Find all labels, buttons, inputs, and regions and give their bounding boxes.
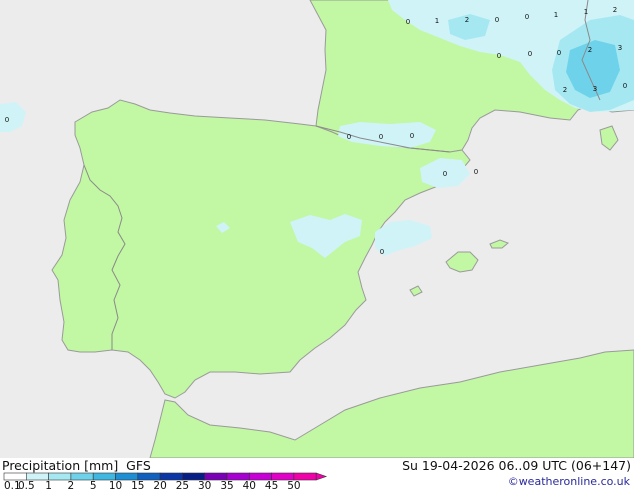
- value-label: 2: [588, 46, 592, 54]
- value-label: 0: [528, 50, 532, 58]
- value-label: 0: [443, 170, 447, 178]
- value-label: 0: [410, 132, 414, 140]
- legend-tick-label: 30: [198, 480, 211, 490]
- value-label: 0: [5, 116, 9, 124]
- value-label: 0: [474, 168, 478, 176]
- legend-tick-label: 40: [243, 480, 256, 490]
- value-label: 3: [593, 85, 597, 93]
- legend-swatch: [48, 472, 72, 481]
- legend-arrow: [315, 472, 328, 481]
- legend-swatch: [293, 472, 317, 481]
- legend-swatch: [159, 472, 183, 481]
- value-label: 3: [618, 44, 622, 52]
- value-label: 1: [584, 8, 588, 16]
- value-label: 0: [525, 13, 529, 21]
- value-label: 0: [380, 248, 384, 256]
- credit-link[interactable]: ©weatheronline.co.uk: [508, 475, 630, 489]
- legend-swatch: [115, 472, 139, 481]
- legend-swatch: [25, 472, 49, 481]
- legend-tick-label: 35: [220, 480, 233, 490]
- legend-swatch: [271, 472, 295, 481]
- value-label: 0: [347, 133, 351, 141]
- value-label: 0: [557, 49, 561, 57]
- legend-swatch: [226, 472, 250, 481]
- legend-tick-label: 15: [131, 480, 144, 490]
- legend-swatch: [204, 472, 228, 481]
- precipitation-map: 0 1 2 0 0 1 1 2 0 0 0 2 3 2 3 0 0 0 0 0 0 0 0: [0, 0, 634, 458]
- legend-swatch: [137, 472, 161, 481]
- value-label: 2: [465, 16, 469, 24]
- value-label: 1: [554, 11, 558, 19]
- legend-swatch: [70, 472, 94, 481]
- value-label: 0: [406, 18, 410, 26]
- legend-tick-label: 50: [287, 480, 300, 490]
- legend-tick-label: 45: [265, 480, 278, 490]
- map-datetime: Su 19-04-2026 06..09 UTC (06+147): [402, 458, 631, 473]
- footer: Precipitation [mm] GFS Su 19-04-2026 06.…: [0, 458, 634, 490]
- legend-tick-label: 10: [109, 480, 122, 490]
- legend-swatch: [92, 472, 116, 481]
- legend-tick-label: 1: [45, 480, 52, 490]
- value-label: 1: [435, 17, 439, 25]
- value-label: 0: [379, 133, 383, 141]
- legend-tick-label: 20: [153, 480, 166, 490]
- value-label: 2: [613, 6, 617, 14]
- value-label: 0: [495, 16, 499, 24]
- legend-swatch: [249, 472, 272, 481]
- legend-tick-label: 0.5: [18, 480, 35, 490]
- map-title: Precipitation [mm] GFS: [2, 458, 151, 473]
- legend-tick-label: 5: [90, 480, 97, 490]
- legend-swatch: [182, 472, 205, 481]
- value-label: 2: [563, 86, 567, 94]
- legend-tick-label: 2: [68, 480, 75, 490]
- legend-tick-label: 25: [176, 480, 189, 490]
- color-legend: 0.10.5 1 2 5 10 15 20 25 30 35 40 45 50: [3, 472, 328, 490]
- value-label: 0: [497, 52, 501, 60]
- value-label: 0: [623, 82, 627, 90]
- legend-swatch: [3, 472, 27, 481]
